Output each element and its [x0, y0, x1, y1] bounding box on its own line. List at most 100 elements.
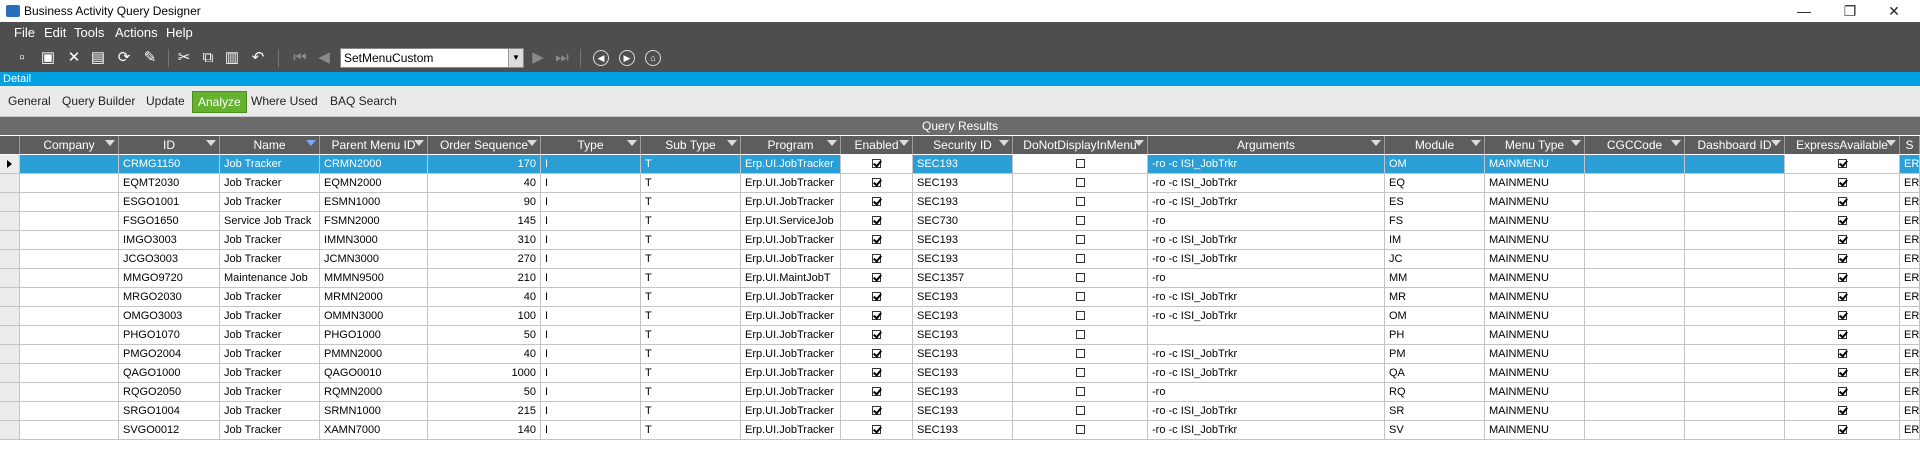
delete-icon[interactable]: ✕ — [64, 48, 84, 68]
cell-subtype[interactable]: T — [641, 250, 741, 269]
cell-program[interactable]: Erp.UI.MaintJobT — [741, 269, 841, 288]
cell-express[interactable] — [1785, 364, 1900, 383]
checkbox[interactable] — [872, 235, 881, 244]
cell-id[interactable]: CRMG1150 — [119, 155, 220, 174]
cell-dashboard[interactable] — [1685, 402, 1785, 421]
cell-company[interactable] — [20, 402, 119, 421]
cell-id[interactable]: JCGO3003 — [119, 250, 220, 269]
cell-enabled[interactable] — [841, 402, 913, 421]
cell-program[interactable]: Erp.UI.JobTracker — [741, 345, 841, 364]
cell-dashboard[interactable] — [1685, 364, 1785, 383]
cell-parent[interactable]: PHGO1000 — [320, 326, 428, 345]
cell-module[interactable]: PH — [1385, 326, 1485, 345]
cell-type[interactable]: I — [541, 231, 641, 250]
cell-parent[interactable]: IMMN3000 — [320, 231, 428, 250]
checkbox[interactable] — [1837, 216, 1847, 225]
cell-menutype[interactable]: MAINMENU — [1485, 231, 1585, 250]
cell-parent[interactable]: PMMN2000 — [320, 345, 428, 364]
cell-security[interactable]: SEC193 — [913, 364, 1013, 383]
menu-tools[interactable]: Tools — [74, 25, 104, 40]
cell-order[interactable]: 145 — [428, 212, 541, 231]
cell-s[interactable]: ER — [1900, 155, 1920, 174]
column-header-name[interactable]: Name — [220, 136, 320, 154]
cell-company[interactable] — [20, 231, 119, 250]
checkbox[interactable] — [1837, 349, 1847, 358]
row-selector[interactable] — [0, 269, 20, 288]
filter-icon[interactable] — [306, 140, 316, 146]
cell-id[interactable]: SVGO0012 — [119, 421, 220, 440]
table-row[interactable]: PHGO1070 Job Tracker PHGO1000 50 I T Erp.UI.Jo… — [0, 326, 1920, 345]
cell-menutype[interactable]: MAINMENU — [1485, 326, 1585, 345]
cell-express[interactable] — [1785, 402, 1900, 421]
cell-parent[interactable]: MMMN9500 — [320, 269, 428, 288]
cell-company[interactable] — [20, 364, 119, 383]
cell-menutype[interactable]: MAINMENU — [1485, 269, 1585, 288]
column-header-module[interactable]: Module — [1385, 136, 1485, 154]
cell-order[interactable]: 215 — [428, 402, 541, 421]
cell-cgc[interactable] — [1585, 307, 1685, 326]
cell-donotdisplay[interactable] — [1013, 174, 1148, 193]
cell-type[interactable]: I — [541, 383, 641, 402]
table-row[interactable]: OMGO3003 Job Tracker OMMN3000 100 I T Erp.UI.J… — [0, 307, 1920, 326]
checkbox[interactable] — [872, 178, 881, 187]
cell-arguments[interactable]: -ro — [1148, 212, 1385, 231]
checkbox[interactable] — [872, 406, 881, 415]
cell-program[interactable]: Erp.UI.JobTracker — [741, 402, 841, 421]
cell-donotdisplay[interactable] — [1013, 326, 1148, 345]
cell-cgc[interactable] — [1585, 364, 1685, 383]
cell-program[interactable]: Erp.UI.ServiceJob — [741, 212, 841, 231]
cell-module[interactable]: JC — [1385, 250, 1485, 269]
cell-arguments[interactable]: -ro -c ISI_JobTrkr — [1148, 421, 1385, 440]
checkbox[interactable] — [1075, 387, 1085, 396]
row-selector[interactable] — [0, 421, 20, 440]
checkbox[interactable] — [1837, 406, 1847, 415]
cell-enabled[interactable] — [841, 421, 913, 440]
filter-icon[interactable] — [899, 140, 909, 146]
cell-menutype[interactable]: MAINMENU — [1485, 364, 1585, 383]
cell-subtype[interactable]: T — [641, 364, 741, 383]
cell-program[interactable]: Erp.UI.JobTracker — [741, 288, 841, 307]
cell-name[interactable]: Maintenance Job — [220, 269, 320, 288]
cell-s[interactable]: ER — [1900, 383, 1920, 402]
checkbox[interactable] — [1837, 273, 1847, 282]
cell-dashboard[interactable] — [1685, 345, 1785, 364]
cell-security[interactable]: SEC193 — [913, 193, 1013, 212]
checkbox[interactable] — [1075, 368, 1085, 377]
cell-cgc[interactable] — [1585, 212, 1685, 231]
paste-icon[interactable]: ▥ — [222, 48, 242, 68]
filter-icon[interactable] — [527, 140, 537, 146]
cell-type[interactable]: I — [541, 421, 641, 440]
cell-module[interactable]: ES — [1385, 193, 1485, 212]
cell-security[interactable]: SEC193 — [913, 231, 1013, 250]
cell-menutype[interactable]: MAINMENU — [1485, 212, 1585, 231]
row-selector[interactable] — [0, 326, 20, 345]
filter-icon[interactable] — [1471, 140, 1481, 146]
cell-cgc[interactable] — [1585, 174, 1685, 193]
close-button[interactable]: ✕ — [1874, 0, 1914, 22]
row-selector[interactable] — [0, 288, 20, 307]
table-row[interactable]: MRGO2030 Job Tracker MRMN2000 40 I T Erp.UI.Jo… — [0, 288, 1920, 307]
cell-order[interactable]: 310 — [428, 231, 541, 250]
cell-security[interactable]: SEC193 — [913, 288, 1013, 307]
table-row[interactable]: PMGO2004 Job Tracker PMMN2000 40 I T Erp.UI.Jo… — [0, 345, 1920, 364]
previous-record-icon[interactable]: ◀ — [314, 48, 334, 68]
cell-cgc[interactable] — [1585, 345, 1685, 364]
cell-enabled[interactable] — [841, 288, 913, 307]
cell-program[interactable]: Erp.UI.JobTracker — [741, 326, 841, 345]
tab-update[interactable]: Update — [146, 94, 185, 108]
menu-file[interactable]: File — [14, 25, 35, 40]
cell-dashboard[interactable] — [1685, 326, 1785, 345]
row-selector[interactable] — [0, 231, 20, 250]
cell-enabled[interactable] — [841, 250, 913, 269]
cell-order[interactable]: 1000 — [428, 364, 541, 383]
filter-icon[interactable] — [1771, 140, 1781, 146]
cell-subtype[interactable]: T — [641, 269, 741, 288]
cell-menutype[interactable]: MAINMENU — [1485, 307, 1585, 326]
checkbox[interactable] — [1075, 330, 1085, 339]
cell-module[interactable]: SR — [1385, 402, 1485, 421]
cell-menutype[interactable]: MAINMENU — [1485, 421, 1585, 440]
checkbox[interactable] — [1075, 216, 1085, 225]
checkbox[interactable] — [1837, 368, 1847, 377]
cell-company[interactable] — [20, 383, 119, 402]
cell-module[interactable]: OM — [1385, 307, 1485, 326]
